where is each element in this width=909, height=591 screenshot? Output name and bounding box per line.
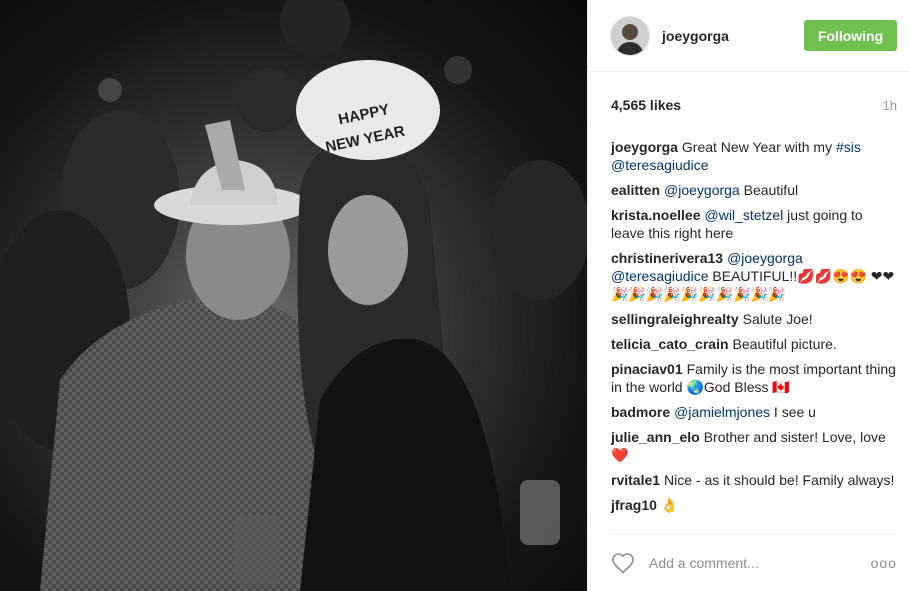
instagram-post: HAPPY NEW YEAR joeygorga Following 4,565… xyxy=(0,0,909,591)
comment-username[interactable]: sellingraleighrealty xyxy=(611,311,739,327)
comment-username[interactable]: joeygorga xyxy=(611,139,678,155)
comment-input[interactable] xyxy=(647,554,871,572)
mention-link[interactable]: @joeygorga xyxy=(727,250,803,266)
avatar-image xyxy=(611,16,649,55)
comment-username[interactable]: jfrag10 xyxy=(611,497,657,513)
post-photo[interactable]: HAPPY NEW YEAR xyxy=(0,0,587,591)
comment-item: julie_ann_elo Brother and sister! Love, l… xyxy=(611,428,897,464)
comment-text: Beautiful picture. xyxy=(732,336,837,352)
comment-item: badmore @jamielmjones I see u xyxy=(611,403,897,421)
comment-username[interactable]: badmore xyxy=(611,404,670,420)
comment-text: Salute Joe! xyxy=(742,311,813,327)
comment-item: jfrag10 👌 xyxy=(611,496,897,514)
post-time[interactable]: 1h xyxy=(883,98,897,113)
comment-item: christinerivera13 @joeygorga @teresagiudi… xyxy=(611,249,897,303)
comment-username[interactable]: telicia_cato_crain xyxy=(611,336,729,352)
post-meta: 4,565 likes 1h xyxy=(588,82,909,128)
comment-item: telicia_cato_crain Beautiful picture. xyxy=(611,335,897,353)
add-comment-bar: ooo xyxy=(611,534,897,591)
comment-text: Great New Year with my xyxy=(681,139,836,155)
woman-face xyxy=(328,195,408,305)
avatar[interactable] xyxy=(610,15,650,56)
mention-link[interactable]: @jamielmjones xyxy=(674,404,770,420)
post-username[interactable]: joeygorga xyxy=(662,28,804,44)
comment-username[interactable]: christinerivera13 xyxy=(611,250,723,266)
hashtag-link[interactable]: #sis xyxy=(836,139,861,155)
mention-link[interactable]: @wil_stetzel xyxy=(705,207,784,223)
comment-item: sellingraleighrealty Salute Joe! xyxy=(611,310,897,328)
comment-text: 👌 xyxy=(660,497,679,513)
comment-item: ealitten @joeygorga Beautiful xyxy=(611,181,897,199)
likes-count[interactable]: 4,565 likes xyxy=(611,97,681,113)
comments-list: joeygorga Great New Year with my #sis @te… xyxy=(588,128,909,521)
comment-text: Beautiful xyxy=(739,182,799,198)
comment-text: I see u xyxy=(770,404,816,420)
glass-left xyxy=(235,515,280,585)
following-button[interactable]: Following xyxy=(804,20,897,51)
balloon xyxy=(444,56,472,84)
mention-link[interactable]: @joeygorga xyxy=(664,182,740,198)
mention-link[interactable]: @teresagiudice xyxy=(611,157,709,173)
glass-right xyxy=(520,480,560,545)
comment-username[interactable]: ealitten xyxy=(611,182,660,198)
balloon xyxy=(280,0,350,57)
comment-username[interactable]: rvitale1 xyxy=(611,472,660,488)
balloon xyxy=(98,78,122,102)
comment-username[interactable]: pinaciav01 xyxy=(611,361,683,377)
comment-item: pinaciav01 Family is the most important t… xyxy=(611,360,897,396)
comment-item: joeygorga Great New Year with my #sis @te… xyxy=(611,138,897,174)
mention-link[interactable]: @teresagiudice xyxy=(611,268,709,284)
more-options-icon[interactable]: ooo xyxy=(871,555,897,571)
comment-item: rvitale1 Nice - as it should be! Family a… xyxy=(611,471,897,489)
balloon xyxy=(236,68,300,132)
comment-item: krista.noellee @wil_stetzel just going to… xyxy=(611,206,897,242)
photo-illustration: HAPPY NEW YEAR xyxy=(0,0,587,591)
comment-username[interactable]: krista.noellee xyxy=(611,207,701,223)
background-person xyxy=(490,160,587,300)
post-header: joeygorga Following xyxy=(588,0,909,72)
heart-outline-icon[interactable] xyxy=(611,552,635,574)
comment-username[interactable]: julie_ann_elo xyxy=(611,429,700,445)
comment-text: Nice - as it should be! Family always! xyxy=(664,472,895,488)
post-side-panel: joeygorga Following 4,565 likes 1h joeyg… xyxy=(587,0,909,591)
